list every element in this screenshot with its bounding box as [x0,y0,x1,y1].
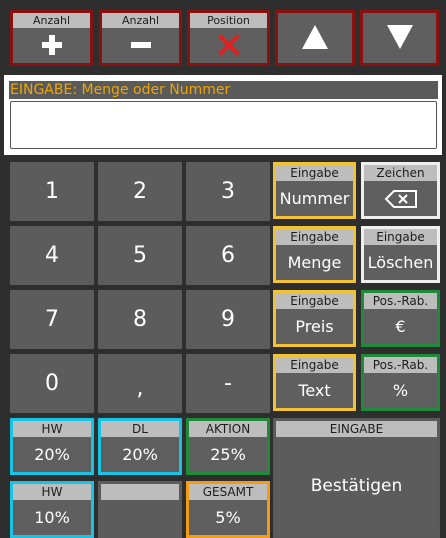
discount-dl-20-label: 20% [122,445,158,464]
confirm-button[interactable]: EINGABE Bestätigen [273,418,440,538]
clear-input-caption: Eingabe [364,229,437,245]
delete-char-button[interactable]: Zeichen [361,162,440,219]
discount-gesamt-5-label: 5% [215,508,241,527]
discount-dl-20-button[interactable]: DL 20% [98,418,182,475]
clear-input-button[interactable]: Eingabe Löschen [361,226,440,283]
key-5[interactable]: 5 [98,226,182,285]
minus-icon [102,33,179,61]
key-4[interactable]: 4 [10,226,94,285]
position-discount-euro-label: € [395,317,406,336]
input-quantity-button[interactable]: Eingabe Menge [273,226,356,283]
input-number-caption: Eingabe [276,165,353,181]
empty-discount-button[interactable] [98,481,182,538]
red-x-icon [190,33,267,61]
key-1[interactable]: 1 [10,162,94,221]
move-up-button[interactable] [275,10,355,66]
key-2[interactable]: 2 [98,162,182,221]
clear-input-label: Löschen [367,253,434,272]
empty-discount-label [101,500,179,535]
position-discount-euro-caption: Pos.-Rab. [364,293,437,309]
input-field[interactable] [10,101,437,149]
key-7[interactable]: 7 [10,290,94,349]
decrease-quantity-caption: Anzahl [102,13,179,28]
input-number-label: Nummer [279,189,350,208]
key-minus[interactable]: - [186,354,270,413]
position-discount-percent-label: % [392,381,409,400]
input-quantity-caption: Eingabe [276,229,353,245]
input-quantity-label: Menge [287,253,342,272]
input-price-button[interactable]: Eingabe Preis [273,290,356,347]
position-discount-percent-button[interactable]: Pos.-Rab. % [361,354,440,411]
input-text-label: Text [298,381,331,400]
discount-gesamt-5-button[interactable]: GESAMT 5% [186,481,270,538]
discount-dl-20-caption: DL [101,421,179,437]
key-0[interactable]: 0 [10,354,94,413]
discount-hw-10-caption: HW [13,484,91,500]
discount-aktion-25-caption: AKTION [189,421,267,437]
input-text-button[interactable]: Eingabe Text [273,354,356,411]
discount-hw-20-button[interactable]: HW 20% [10,418,94,475]
discount-gesamt-5-caption: GESAMT [189,484,267,500]
increase-quantity-caption: Anzahl [13,13,90,28]
key-8[interactable]: 8 [98,290,182,349]
input-label: EINGABE: Menge oder Nummer [9,81,438,99]
increase-quantity-button[interactable]: Anzahl [10,10,93,66]
discount-hw-10-label: 10% [34,508,70,527]
triangle-up-icon [278,23,352,51]
backspace-icon [364,181,437,216]
discount-hw-20-label: 20% [34,445,70,464]
input-price-caption: Eingabe [276,293,353,309]
key-comma[interactable]: , [98,354,182,413]
key-3[interactable]: 3 [186,162,270,221]
discount-aktion-25-button[interactable]: AKTION 25% [186,418,270,475]
delete-position-caption: Position [190,13,267,28]
input-text-caption: Eingabe [276,357,353,373]
decrease-quantity-button[interactable]: Anzahl [99,10,182,66]
key-9[interactable]: 9 [186,290,270,349]
triangle-down-icon [363,23,436,51]
empty-discount-caption [101,484,179,500]
key-6[interactable]: 6 [186,226,270,285]
plus-icon [13,33,90,61]
delete-char-caption: Zeichen [364,165,437,181]
delete-position-button[interactable]: Position [187,10,270,66]
input-price-label: Preis [295,317,334,336]
move-down-button[interactable] [360,10,439,66]
discount-hw-10-button[interactable]: HW 10% [10,481,94,538]
discount-aktion-25-label: 25% [210,445,246,464]
discount-hw-20-caption: HW [13,421,91,437]
confirm-caption: EINGABE [276,421,437,437]
confirm-label: Bestätigen [310,476,403,496]
input-number-button[interactable]: Eingabe Nummer [273,162,356,219]
position-discount-percent-caption: Pos.-Rab. [364,357,437,373]
position-discount-euro-button[interactable]: Pos.-Rab. € [361,290,440,347]
